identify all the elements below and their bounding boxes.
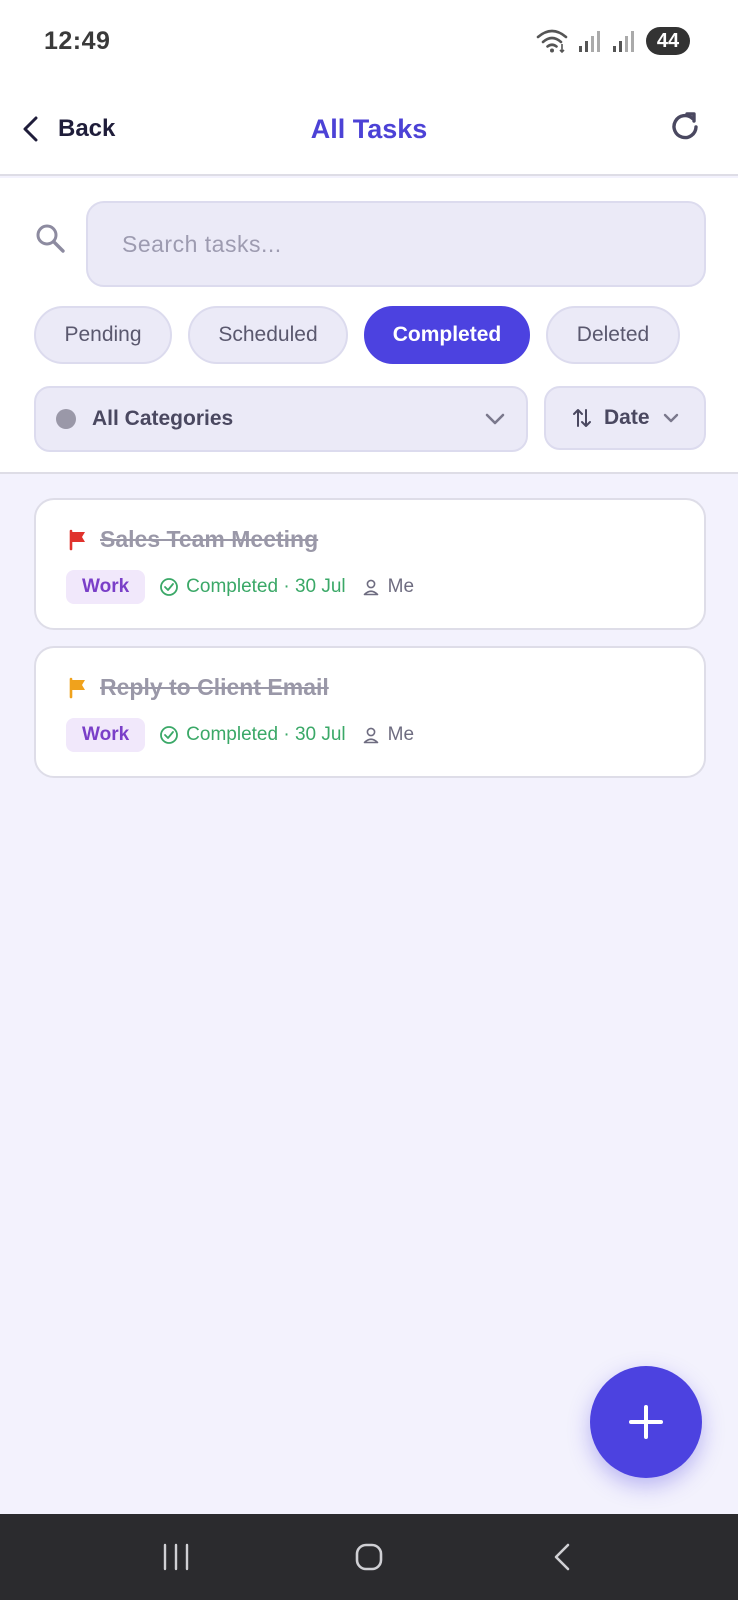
chevron-left-icon bbox=[23, 116, 38, 142]
check-circle-icon bbox=[160, 578, 179, 596]
plus-icon bbox=[629, 1405, 663, 1439]
status-bar: 12:49 44 bbox=[0, 0, 738, 82]
sort-label: Date bbox=[604, 406, 650, 429]
assignee-text: Me bbox=[387, 576, 415, 597]
category-badge: Work bbox=[66, 570, 146, 604]
task-list: Sales Team Meeting Work Completed · 30 J… bbox=[34, 498, 706, 794]
task-title: Sales Team Meeting bbox=[100, 526, 319, 552]
task-card[interactable]: Reply to Client Email Work Completed · 3… bbox=[34, 646, 706, 778]
search-icon bbox=[34, 222, 68, 256]
back-button[interactable]: Back bbox=[20, 104, 115, 154]
search-input[interactable] bbox=[86, 201, 706, 287]
tab-deleted[interactable]: Deleted bbox=[546, 306, 680, 364]
system-back-button[interactable] bbox=[532, 1527, 592, 1587]
status-text: Completed · 30 Jul bbox=[186, 576, 346, 597]
wifi-icon bbox=[536, 29, 568, 54]
back-icon bbox=[554, 1543, 569, 1571]
task-assignee: Me bbox=[362, 576, 414, 598]
task-meta: Work Completed · 30 Jul Me bbox=[66, 570, 414, 604]
task-assignee: Me bbox=[362, 724, 414, 746]
refresh-icon bbox=[672, 112, 698, 140]
status-text: Completed · 30 Jul bbox=[186, 724, 346, 745]
task-title: Reply to Client Email bbox=[100, 674, 329, 700]
task-card[interactable]: Sales Team Meeting Work Completed · 30 J… bbox=[34, 498, 706, 630]
user-icon bbox=[363, 727, 378, 744]
home-icon bbox=[355, 1543, 383, 1571]
signal-icon bbox=[579, 31, 600, 52]
sort-select[interactable]: Date bbox=[544, 386, 706, 450]
sort-icon bbox=[573, 409, 591, 427]
tab-scheduled[interactable]: Scheduled bbox=[188, 306, 348, 364]
header: Back All Tasks bbox=[0, 82, 738, 176]
task-status: Completed · 30 Jul bbox=[159, 724, 346, 746]
battery-icon: 44 bbox=[646, 27, 690, 55]
refresh-button[interactable] bbox=[660, 102, 710, 152]
screen: 12:49 44 Back All Tasks Search tasks... … bbox=[0, 0, 738, 1600]
assignee-text: Me bbox=[387, 724, 415, 745]
category-select[interactable]: All Categories bbox=[34, 386, 528, 452]
category-label: All Categories bbox=[92, 407, 234, 430]
task-status: Completed · 30 Jul bbox=[159, 576, 346, 598]
task-title-row: Sales Team Meeting bbox=[68, 526, 318, 553]
tab-pending[interactable]: Pending bbox=[34, 306, 172, 364]
task-meta: Work Completed · 30 Jul Me bbox=[66, 718, 414, 752]
check-circle-icon bbox=[160, 726, 179, 744]
status-icons: 44 bbox=[536, 27, 690, 55]
add-task-button[interactable] bbox=[590, 1366, 702, 1478]
tab-completed[interactable]: Completed bbox=[364, 306, 530, 364]
task-title-row: Reply to Client Email bbox=[68, 674, 329, 701]
filters-panel: Pending Scheduled Completed Deleted All … bbox=[0, 178, 738, 474]
category-badge: Work bbox=[66, 718, 146, 752]
chevron-down-icon bbox=[485, 413, 505, 425]
chevron-down-icon bbox=[663, 413, 678, 423]
flag-icon bbox=[69, 529, 85, 550]
signal-icon-2 bbox=[613, 31, 634, 52]
recent-apps-icon bbox=[164, 1543, 189, 1571]
system-nav-bar bbox=[0, 1514, 738, 1600]
status-tabs: Pending Scheduled Completed Deleted bbox=[34, 306, 680, 364]
user-icon bbox=[363, 579, 378, 596]
recent-apps-button[interactable] bbox=[146, 1527, 206, 1587]
back-label: Back bbox=[58, 115, 116, 142]
home-button[interactable] bbox=[339, 1527, 399, 1587]
status-time: 12:49 bbox=[44, 26, 111, 55]
flag-icon bbox=[69, 677, 85, 698]
category-dot-icon bbox=[56, 409, 76, 429]
